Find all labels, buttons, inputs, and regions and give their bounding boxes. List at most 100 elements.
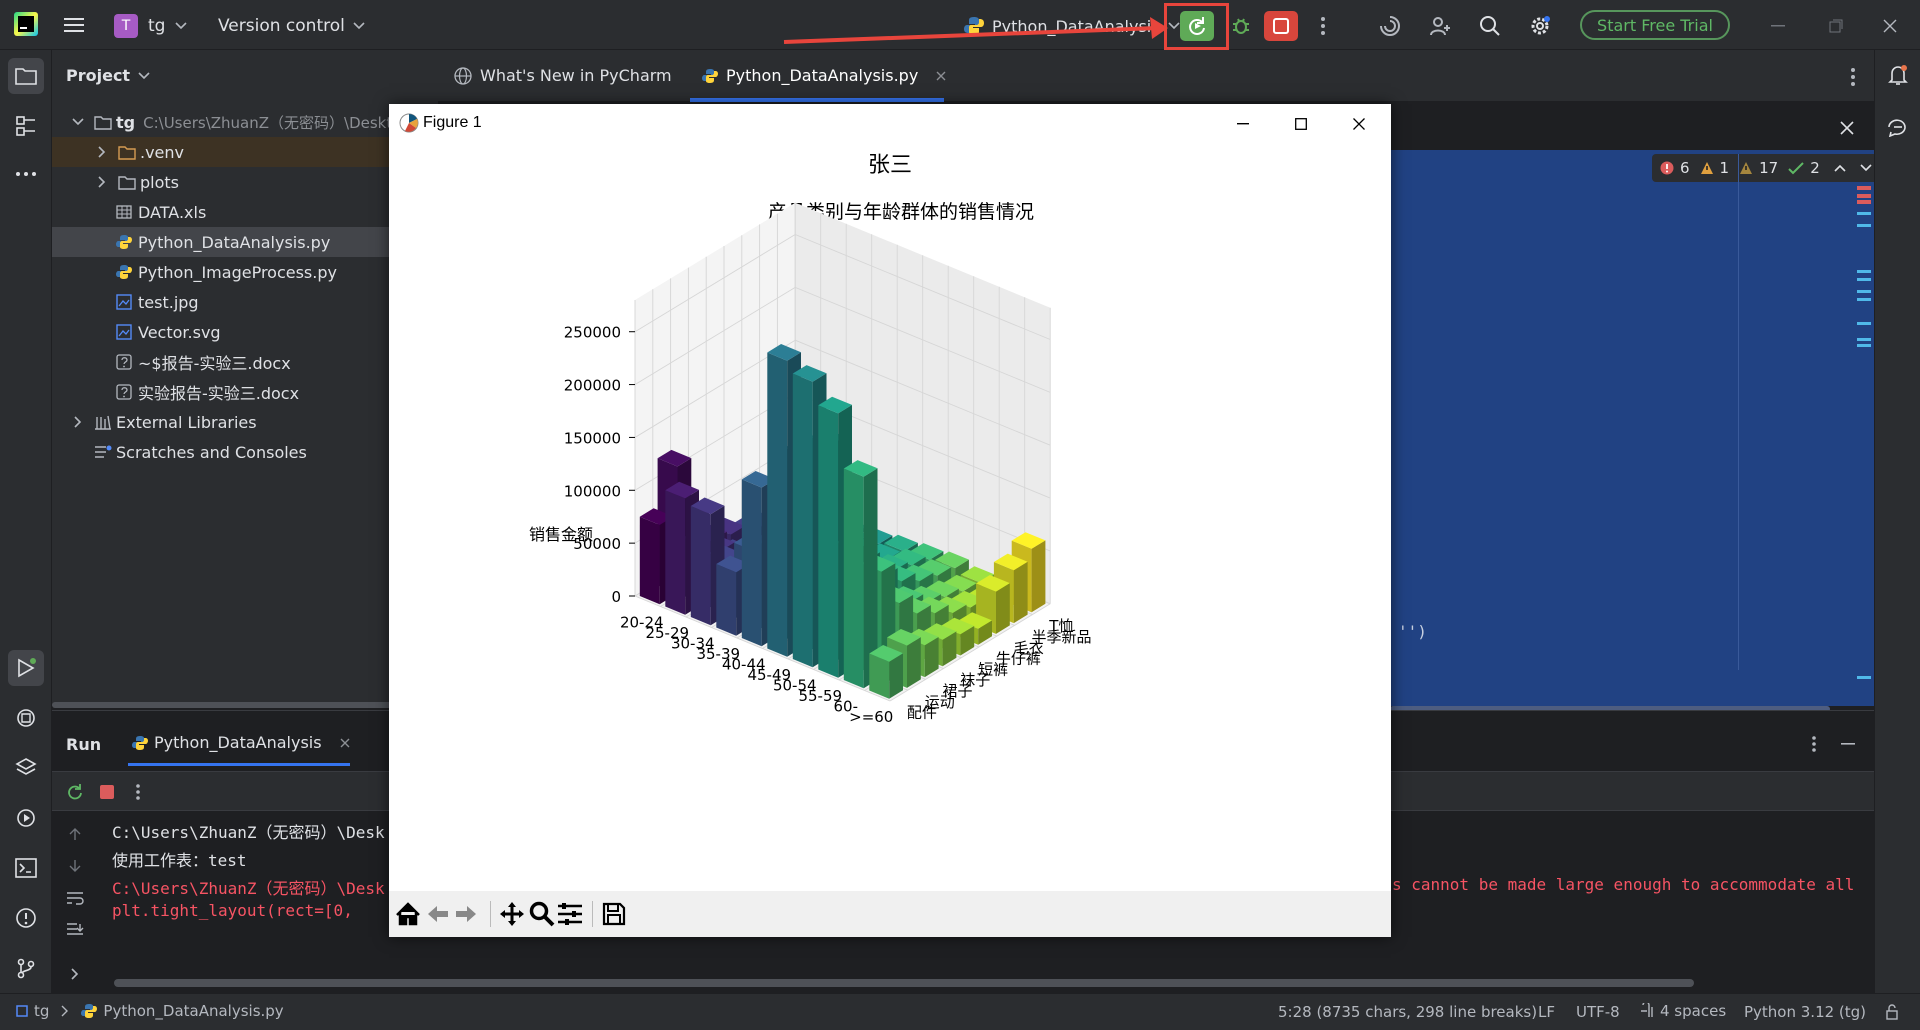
run-panel-more-icon[interactable] (1804, 733, 1824, 755)
tree-item-report[interactable]: 实验报告-实验三.docx (52, 377, 438, 407)
weak-warning-icon (1740, 162, 1753, 174)
close-notification-icon[interactable] (1837, 118, 1857, 138)
scroll-up-icon[interactable] (64, 823, 86, 845)
figure-close-icon[interactable] (1347, 112, 1371, 136)
lock-icon[interactable] (1882, 1002, 1902, 1022)
stop-button[interactable] (1264, 11, 1298, 41)
python-packages-button[interactable] (8, 700, 44, 736)
tree-root-row[interactable]: tg C:\Users\ZhuanZ（无密码）\Deskto (52, 107, 438, 137)
project-horizontal-scrollbar[interactable] (52, 702, 438, 708)
search-icon[interactable] (1476, 12, 1504, 40)
tree-item-plots[interactable]: plots (52, 167, 438, 197)
scroll-marker-info (1857, 270, 1871, 273)
more-tools-button[interactable] (8, 156, 44, 192)
warning-icon (1700, 162, 1713, 174)
caret-position[interactable]: 5:28 (8735 chars, 298 line breaks) (1278, 1003, 1537, 1021)
rerun-small-icon[interactable] (64, 781, 86, 803)
more-actions-icon[interactable] (1312, 12, 1334, 40)
project-panel-header[interactable]: Project (66, 66, 150, 85)
debug-button[interactable] (1226, 11, 1256, 41)
run-tab[interactable]: Python_DataAnalysis (132, 733, 350, 752)
folder-icon (94, 115, 112, 130)
project-tool-button[interactable] (8, 58, 44, 94)
ai-chat-icon[interactable] (1883, 112, 1913, 142)
python-file-icon (132, 735, 148, 750)
figure-minimize-icon[interactable] (1231, 112, 1255, 136)
run-tool-button[interactable] (8, 650, 44, 686)
bar-face (767, 352, 788, 657)
problems-button[interactable] (8, 900, 44, 936)
tree-item-label: DATA.xls (138, 202, 207, 222)
stop-small-icon[interactable] (96, 781, 118, 803)
tree-item-test-jpg[interactable]: test.jpg (52, 287, 438, 317)
tree-item-data-xls[interactable]: DATA.xls (52, 197, 438, 227)
ai-assistant-icon[interactable] (1376, 12, 1404, 40)
tree-item-python-dataanalysis[interactable]: Python_DataAnalysis.py (52, 227, 438, 257)
tab-python-dataanalysis[interactable]: Python_DataAnalysis.py (702, 66, 946, 85)
encoding[interactable]: UTF-8 (1576, 1003, 1620, 1021)
home-icon[interactable] (393, 899, 423, 929)
main-menu-icon[interactable] (60, 12, 88, 38)
figure-canvas[interactable]: 张三 产品类别与年龄群体的销售情况 销售金额 0 50000 100000 15000… (389, 142, 1391, 891)
indent-widget[interactable]: 4 spaces (1640, 1002, 1726, 1020)
back-arrow-icon[interactable] (423, 899, 453, 929)
expand-icon[interactable] (64, 963, 86, 985)
scroll-marker-info (1857, 344, 1871, 347)
hide-panel-icon[interactable] (1838, 733, 1858, 755)
chevron-up-icon[interactable] (1834, 164, 1846, 172)
notifications-icon[interactable] (1883, 60, 1913, 90)
zoom-magnifier-icon[interactable] (527, 899, 557, 929)
console-horizontal-scrollbar[interactable] (114, 979, 1694, 987)
figure-maximize-icon[interactable] (1289, 112, 1313, 136)
settings-gear-icon[interactable] (1526, 12, 1554, 40)
tree-item-external-libraries[interactable]: External Libraries (52, 407, 438, 437)
bar-face (907, 637, 921, 688)
python-console-button[interactable] (8, 750, 44, 786)
tree-item-vector-svg[interactable]: Vector.svg (52, 317, 438, 347)
chevron-down-icon[interactable] (1860, 164, 1872, 172)
matplotlib-logo-icon (399, 113, 419, 133)
restore-window-icon[interactable] (1822, 12, 1850, 40)
services-button[interactable] (8, 800, 44, 836)
project-widget[interactable]: T tg (114, 12, 188, 40)
close-window-icon[interactable] (1876, 12, 1904, 40)
tabs-more-icon[interactable] (1842, 64, 1864, 90)
add-user-icon[interactable] (1426, 12, 1454, 40)
vcs-widget[interactable]: Version control (218, 12, 365, 40)
inspection-widget[interactable]: 6 1 17 2 (1652, 154, 1880, 182)
configure-subplots-icon[interactable] (555, 899, 585, 929)
save-figure-icon[interactable] (599, 899, 629, 929)
rerun-button[interactable] (1180, 11, 1214, 41)
pan-move-icon[interactable] (497, 899, 527, 929)
interpreter[interactable]: Python 3.12 (tg) (1744, 1003, 1866, 1021)
start-trial-button[interactable]: Start Free Trial (1580, 10, 1730, 40)
tree-item-label: plots (140, 172, 179, 192)
unknown-file-icon (116, 354, 132, 370)
bar-face (1013, 561, 1028, 624)
line-ending[interactable]: LF (1538, 1003, 1555, 1021)
scroll-marker-info (1857, 224, 1871, 227)
tree-item-scratches[interactable]: Scratches and Consoles (52, 437, 438, 467)
forward-arrow-icon[interactable] (451, 899, 481, 929)
tree-item-temp-report[interactable]: ~$报告-实验三.docx (52, 347, 438, 377)
soft-wrap-icon[interactable] (64, 887, 86, 909)
scroll-marker-info (1857, 676, 1871, 679)
minimize-window-icon[interactable] (1764, 12, 1792, 40)
scroll-down-icon[interactable] (64, 855, 86, 877)
run-options-icon[interactable] (130, 781, 146, 803)
terminal-button[interactable] (8, 850, 44, 886)
git-button[interactable] (8, 950, 44, 986)
tab-whats-new[interactable]: What's New in PyCharm (454, 66, 672, 85)
tree-item-python-imageprocess[interactable]: Python_ImageProcess.py (52, 257, 438, 287)
run-tab-label: Python_DataAnalysis (154, 733, 322, 752)
indent-icon (1641, 1003, 1653, 1017)
rerun-icon (1189, 17, 1205, 35)
tree-item-venv[interactable]: .venv (52, 137, 438, 167)
run-panel-title: Run (66, 735, 102, 754)
close-tab-icon[interactable] (936, 71, 946, 81)
close-tab-icon[interactable] (340, 738, 350, 748)
structure-tool-button[interactable] (8, 108, 44, 144)
warning-count: 1 (1719, 159, 1730, 177)
breadcrumb[interactable]: tg Python_DataAnalysis.py (16, 1002, 284, 1020)
scroll-to-end-icon[interactable] (64, 919, 86, 941)
